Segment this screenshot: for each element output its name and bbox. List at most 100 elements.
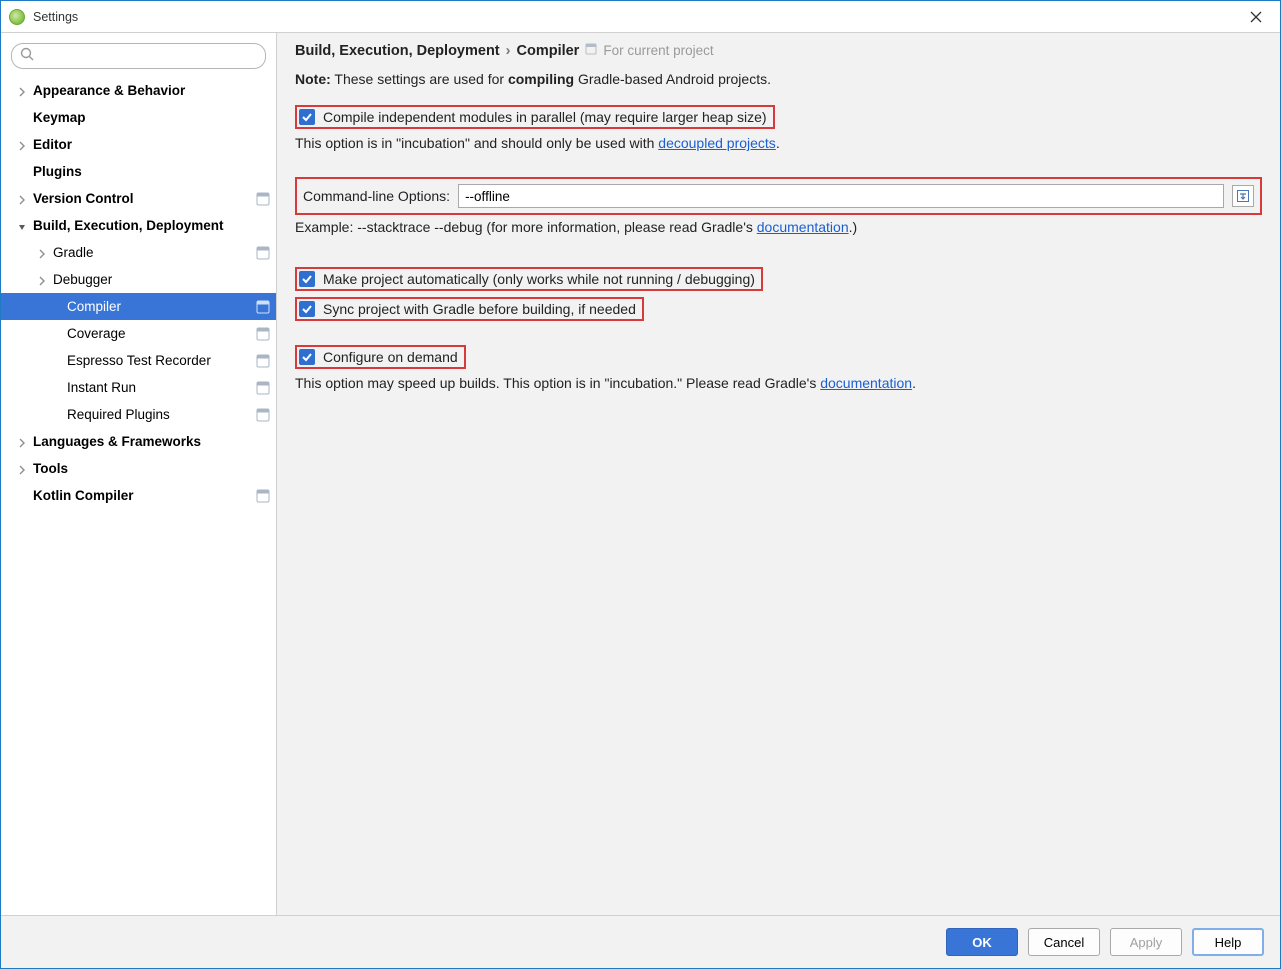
cancel-button[interactable]: Cancel bbox=[1028, 928, 1100, 956]
chevron-right-icon[interactable] bbox=[17, 463, 29, 475]
arrow-spacer bbox=[17, 166, 29, 178]
window-title: Settings bbox=[33, 10, 1240, 24]
breadcrumb-parent: Build, Execution, Deployment bbox=[295, 43, 500, 59]
project-scope-icon bbox=[256, 354, 270, 368]
tree-item[interactable]: Build, Execution, Deployment bbox=[1, 212, 276, 239]
tree-item-label: Coverage bbox=[67, 326, 252, 341]
configure-demand-hint: This option may speed up builds. This op… bbox=[295, 375, 1262, 391]
tree-item-label: Compiler bbox=[67, 299, 252, 314]
chevron-right-icon[interactable] bbox=[17, 436, 29, 448]
chevron-right-icon[interactable] bbox=[37, 247, 49, 259]
check-icon bbox=[301, 303, 313, 315]
settings-tree[interactable]: Appearance & Behavior Keymap Editor Plugins… bbox=[1, 77, 276, 915]
tree-item[interactable]: Instant Run bbox=[1, 374, 276, 401]
titlebar: Settings bbox=[1, 1, 1280, 33]
compile-parallel-label: Compile independent modules in parallel … bbox=[323, 109, 767, 125]
project-scope-icon bbox=[256, 246, 270, 260]
note-prefix: Note: bbox=[295, 71, 331, 87]
tree-item[interactable]: Plugins bbox=[1, 158, 276, 185]
configure-demand-label: Configure on demand bbox=[323, 349, 458, 365]
expand-icon bbox=[1236, 189, 1250, 203]
project-scope-icon bbox=[256, 327, 270, 341]
tree-item-label: Languages & Frameworks bbox=[33, 434, 270, 449]
tree-item-label: Required Plugins bbox=[67, 407, 252, 422]
apply-button[interactable]: Apply bbox=[1110, 928, 1182, 956]
sync-gradle-label: Sync project with Gradle before building… bbox=[323, 301, 636, 317]
tree-item-label: Instant Run bbox=[67, 380, 252, 395]
cmdline-label: Command-line Options: bbox=[303, 188, 450, 204]
check-icon bbox=[301, 351, 313, 363]
make-auto-checkbox[interactable] bbox=[299, 271, 315, 287]
tree-item-label: Build, Execution, Deployment bbox=[33, 218, 270, 233]
cmdline-expand-button[interactable] bbox=[1232, 185, 1254, 207]
tree-item-label: Editor bbox=[33, 137, 270, 152]
check-icon bbox=[301, 273, 313, 285]
ok-button[interactable]: OK bbox=[946, 928, 1018, 956]
chevron-right-icon[interactable] bbox=[37, 274, 49, 286]
configure-demand-checkbox[interactable] bbox=[299, 349, 315, 365]
tree-item-label: Tools bbox=[33, 461, 270, 476]
arrow-spacer bbox=[51, 355, 63, 367]
tree-item[interactable]: Gradle bbox=[1, 239, 276, 266]
project-scope-icon bbox=[256, 408, 270, 422]
arrow-spacer bbox=[17, 112, 29, 124]
app-icon bbox=[9, 9, 25, 25]
gradle-doc-link-2[interactable]: documentation bbox=[820, 375, 912, 391]
search-input[interactable] bbox=[11, 43, 266, 69]
tree-item[interactable]: Appearance & Behavior bbox=[1, 77, 276, 104]
arrow-spacer bbox=[51, 409, 63, 421]
breadcrumb-separator: › bbox=[506, 43, 511, 59]
dialog-body: Appearance & Behavior Keymap Editor Plugins… bbox=[1, 33, 1280, 916]
sync-gradle-checkbox[interactable] bbox=[299, 301, 315, 317]
dialog-footer: OK Cancel Apply Help bbox=[1, 916, 1280, 968]
arrow-spacer bbox=[17, 490, 29, 502]
tree-item[interactable]: Coverage bbox=[1, 320, 276, 347]
project-scope-icon bbox=[256, 192, 270, 206]
tree-item[interactable]: Tools bbox=[1, 455, 276, 482]
help-button[interactable]: Help bbox=[1192, 928, 1264, 956]
content-panel: Build, Execution, Deployment › Compiler … bbox=[276, 33, 1280, 915]
window-close-button[interactable] bbox=[1240, 5, 1272, 29]
tree-item-label: Appearance & Behavior bbox=[33, 83, 270, 98]
search-wrap bbox=[1, 43, 276, 77]
tree-item-label: Keymap bbox=[33, 110, 270, 125]
close-icon bbox=[1250, 11, 1262, 23]
tree-item[interactable]: Kotlin Compiler bbox=[1, 482, 276, 509]
project-scope-icon bbox=[256, 489, 270, 503]
breadcrumb-current: Compiler bbox=[516, 43, 579, 59]
decoupled-projects-link[interactable]: decoupled projects bbox=[658, 135, 776, 151]
breadcrumb: Build, Execution, Deployment › Compiler … bbox=[295, 43, 1262, 59]
chevron-right-icon[interactable] bbox=[17, 193, 29, 205]
chevron-right-icon[interactable] bbox=[17, 139, 29, 151]
tree-item-label: Plugins bbox=[33, 164, 270, 179]
project-scope-icon bbox=[256, 300, 270, 314]
tree-item-label: Debugger bbox=[53, 272, 270, 287]
chevron-right-icon[interactable] bbox=[17, 85, 29, 97]
tree-item[interactable]: Languages & Frameworks bbox=[1, 428, 276, 455]
gradle-doc-link[interactable]: documentation bbox=[757, 219, 849, 235]
tree-item[interactable]: Keymap bbox=[1, 104, 276, 131]
tree-item-label: Espresso Test Recorder bbox=[67, 353, 252, 368]
search-icon bbox=[19, 46, 35, 62]
cmdline-input[interactable] bbox=[458, 184, 1224, 208]
settings-window: Settings Appearance & Behavior Keymap Edit… bbox=[0, 0, 1281, 969]
tree-item[interactable]: Compiler bbox=[1, 293, 276, 320]
arrow-spacer bbox=[51, 328, 63, 340]
tree-item[interactable]: Version Control bbox=[1, 185, 276, 212]
compile-parallel-checkbox[interactable] bbox=[299, 109, 315, 125]
parallel-hint: This option is in "incubation" and shoul… bbox=[295, 135, 1262, 151]
arrow-spacer bbox=[51, 382, 63, 394]
arrow-spacer bbox=[51, 301, 63, 313]
tree-item-label: Kotlin Compiler bbox=[33, 488, 252, 503]
tree-item[interactable]: Required Plugins bbox=[1, 401, 276, 428]
chevron-down-icon[interactable] bbox=[17, 220, 29, 232]
tree-item[interactable]: Editor bbox=[1, 131, 276, 158]
project-scope-icon bbox=[256, 381, 270, 395]
project-scope-icon bbox=[585, 43, 597, 58]
breadcrumb-scope: For current project bbox=[603, 43, 713, 58]
cmdline-example: Example: --stacktrace --debug (for more … bbox=[295, 219, 1262, 235]
tree-item-label: Gradle bbox=[53, 245, 252, 260]
tree-item[interactable]: Espresso Test Recorder bbox=[1, 347, 276, 374]
check-icon bbox=[301, 111, 313, 123]
tree-item[interactable]: Debugger bbox=[1, 266, 276, 293]
